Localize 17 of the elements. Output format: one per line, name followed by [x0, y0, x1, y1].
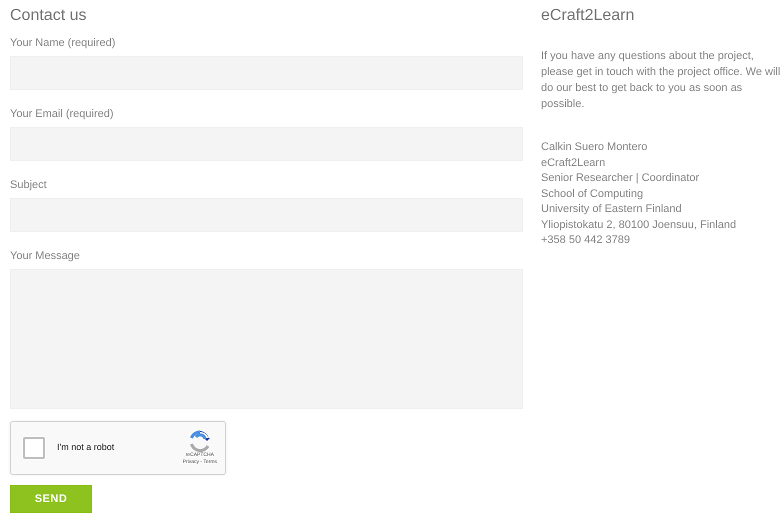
captcha-checkbox[interactable]: [23, 437, 45, 459]
field-label: Subject: [10, 178, 48, 192]
field-label: Your Email (required): [10, 107, 115, 121]
contact-line: University of Eastern Finland: [541, 202, 683, 217]
captcha-label: I'm not a robot: [57, 441, 116, 454]
field-label: Your Message: [10, 249, 81, 263]
sidebar-title: eCraft2Learn: [541, 6, 636, 26]
contact-line: Calkin Suero Montero: [541, 140, 648, 155]
field-label: Your Name (required): [10, 36, 116, 50]
intro-text: If you have any questions about the project, please get in touch with the project office. We will do our best to get back to you as soon as possible.: [541, 49, 781, 112]
contact-line: School of Computing: [541, 186, 644, 202]
form-title: Contact us: [10, 6, 88, 26]
contact-line: Senior Researcher | Coordinator: [541, 171, 700, 186]
contact-line: eCraft2Learn: [541, 156, 606, 170]
contact-line: Yliopistokatu 2, 80100 Joensuu, Finland: [541, 218, 738, 232]
captcha-logo-icon: [188, 430, 211, 452]
contact-line: +358 50 442 3789: [541, 233, 632, 248]
